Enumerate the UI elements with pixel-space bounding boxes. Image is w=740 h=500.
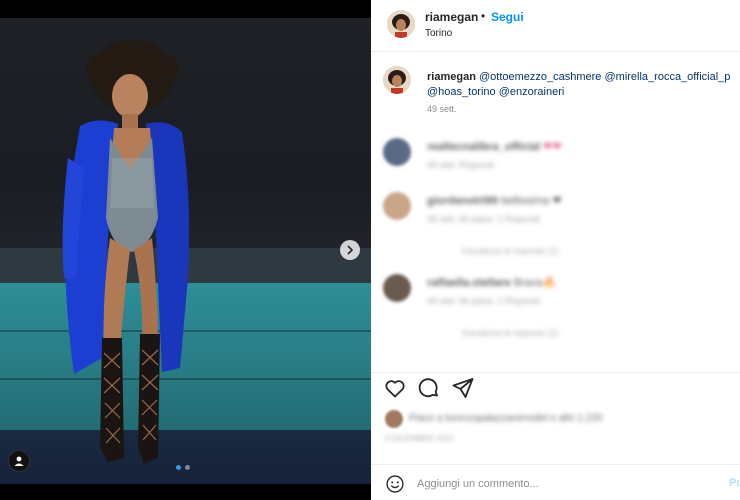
- comment-meta[interactable]: 49 sett. Rispondi: [427, 160, 494, 170]
- avatar[interactable]: [383, 192, 411, 220]
- carousel-dot: [185, 465, 190, 470]
- post-sidebar: riamegan • Segui Torino riamegan @ottoem…: [371, 0, 740, 500]
- avatar[interactable]: [383, 66, 411, 94]
- comment-item: giordanotrt99 bellissima ❤ 49 sett. Mi p…: [383, 188, 723, 228]
- comment-text: giordanotrt99 bellissima ❤: [427, 195, 562, 207]
- avatar[interactable]: [383, 138, 411, 166]
- heart-icon[interactable]: [383, 376, 407, 400]
- view-replies-link[interactable]: Visualizza le risposte (1): [461, 246, 558, 256]
- location-link[interactable]: Torino: [425, 28, 452, 39]
- comment-icon[interactable]: [417, 376, 441, 400]
- profile-photo: [383, 66, 411, 94]
- share-icon[interactable]: [451, 376, 475, 400]
- comment-item: realtecnalibra_official ❤❤ 49 sett. Risp…: [383, 134, 723, 174]
- emoji-icon[interactable]: [385, 474, 405, 494]
- follow-button[interactable]: Segui: [491, 10, 524, 24]
- post-header: riamegan • Segui Torino: [371, 0, 740, 52]
- caption-text: riamegan @ottoemezzo_cashmere @mirella_r…: [427, 70, 740, 100]
- view-replies-link[interactable]: Visualizza le risposte (1): [461, 328, 558, 338]
- next-slide-button[interactable]: [340, 240, 360, 260]
- comment-input[interactable]: [417, 473, 707, 495]
- instagram-post-view: riamegan • Segui Torino riamegan @ottoem…: [0, 0, 740, 500]
- avatar: [385, 410, 403, 428]
- separator-bullet: •: [481, 9, 486, 23]
- carousel-indicator: [176, 465, 190, 470]
- user-tag-icon: [14, 456, 24, 466]
- username-link[interactable]: riamegan: [425, 10, 478, 24]
- caption-mentions-line1[interactable]: @ottoemezzo_cashmere @mirella_rocca_offi…: [479, 71, 730, 83]
- caption-mentions-line2[interactable]: @hoas_torino @enzoraineri: [427, 86, 564, 98]
- likes-summary[interactable]: Piace a lorenzopalazzanimodel e altri 1.…: [385, 410, 725, 428]
- add-comment-bar: Pu: [371, 464, 740, 500]
- post-actions: [371, 372, 740, 402]
- media-letterbox-bottom: [0, 484, 371, 500]
- comment-meta[interactable]: 49 sett. Mi piace: 1 Rispondi: [427, 296, 540, 306]
- post-media[interactable]: [0, 0, 371, 500]
- avatar[interactable]: [387, 10, 415, 38]
- comments-list: realtecnalibra_official ❤❤ 49 sett. Risp…: [371, 130, 740, 360]
- likes-text: Piace a lorenzopalazzanimodel e altri 1.…: [409, 413, 603, 424]
- comment-text: raffaella.stellare Brava🔥: [427, 277, 557, 289]
- avatar[interactable]: [383, 274, 411, 302]
- profile-photo: [387, 10, 415, 38]
- caption-timestamp: 49 sett.: [427, 104, 457, 114]
- media-letterbox-top: [0, 0, 371, 18]
- runway-model-photo: [62, 40, 190, 464]
- carousel-dot-active: [176, 465, 181, 470]
- chevron-right-icon: [347, 245, 354, 255]
- tagged-users-button[interactable]: [8, 450, 30, 472]
- publish-button[interactable]: Pu: [729, 477, 740, 489]
- comment-item: raffaella.stellare Brava🔥 49 sett. Mi pi…: [383, 270, 723, 310]
- comment-meta[interactable]: 49 sett. Mi piace: 1 Rispondi: [427, 214, 540, 224]
- post-date: 4 DICEMBRE 2021: [385, 434, 454, 443]
- comment-text: realtecnalibra_official ❤❤: [427, 141, 562, 153]
- caption-username[interactable]: riamegan: [427, 71, 476, 83]
